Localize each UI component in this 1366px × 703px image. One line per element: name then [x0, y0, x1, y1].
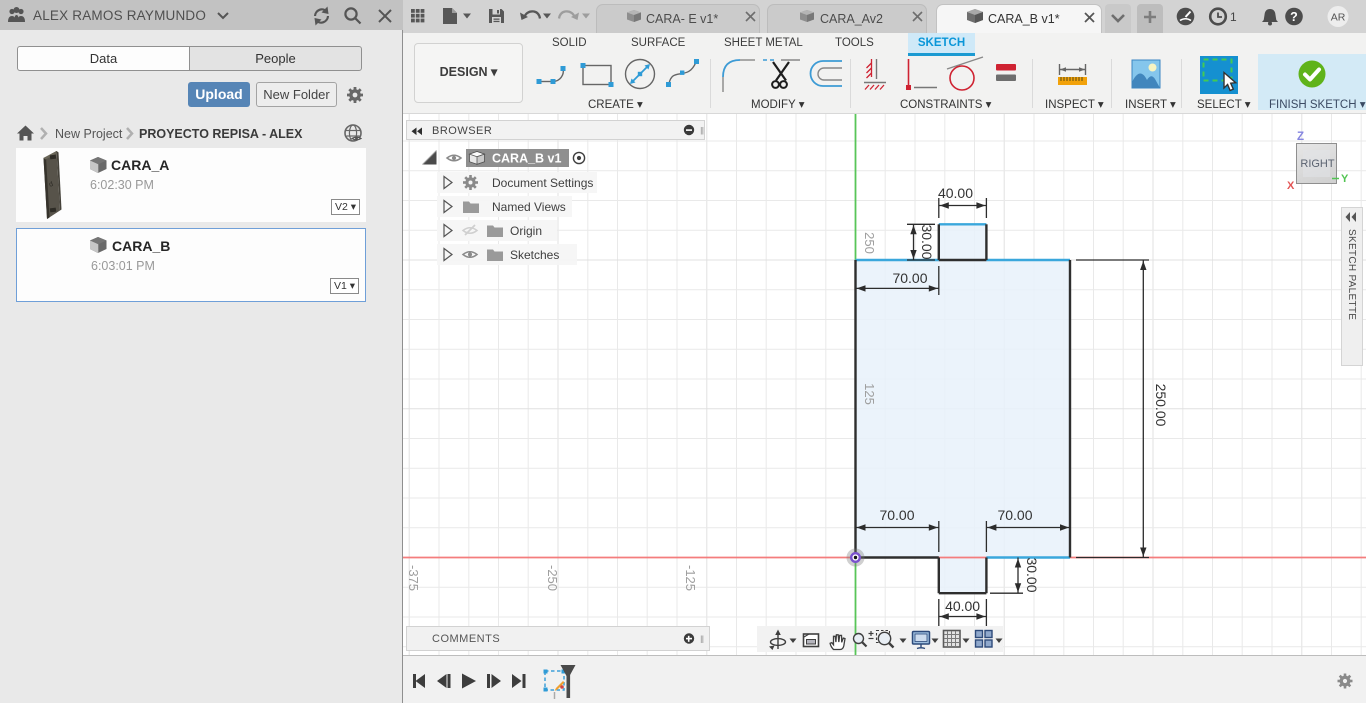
- svg-text:Named Views: Named Views: [492, 200, 566, 214]
- svg-text:-125: -125: [683, 565, 698, 591]
- svg-text:‖: ‖: [700, 635, 704, 646]
- svg-text:1: 1: [1230, 10, 1237, 24]
- svg-text:Document Settings: Document Settings: [492, 176, 593, 190]
- svg-text:30.00: 30.00: [1024, 557, 1040, 592]
- svg-text:Y: Y: [1341, 173, 1349, 185]
- svg-text:30.00: 30.00: [919, 224, 935, 259]
- svg-text:AR: AR: [1331, 12, 1346, 24]
- svg-text:‖: ‖: [700, 127, 704, 138]
- svg-text:70.00: 70.00: [879, 507, 914, 523]
- svg-text:Z: Z: [1297, 131, 1304, 143]
- svg-text:40.00: 40.00: [945, 598, 980, 614]
- svg-text:70.00: 70.00: [997, 507, 1032, 523]
- svg-text:Origin: Origin: [510, 224, 542, 238]
- svg-text:40.00: 40.00: [938, 185, 973, 201]
- svg-text:125: 125: [862, 383, 877, 405]
- svg-text:-375: -375: [406, 565, 421, 591]
- svg-text:-250: -250: [545, 565, 560, 591]
- svg-text:250.00: 250.00: [1153, 384, 1169, 427]
- svg-text:250: 250: [862, 232, 877, 254]
- svg-text:70.00: 70.00: [892, 270, 927, 286]
- svg-text:X: X: [1287, 180, 1295, 192]
- svg-text:Sketches: Sketches: [510, 248, 559, 262]
- svg-text:CARA_B v1: CARA_B v1: [492, 152, 562, 166]
- svg-text:?: ?: [1290, 10, 1298, 24]
